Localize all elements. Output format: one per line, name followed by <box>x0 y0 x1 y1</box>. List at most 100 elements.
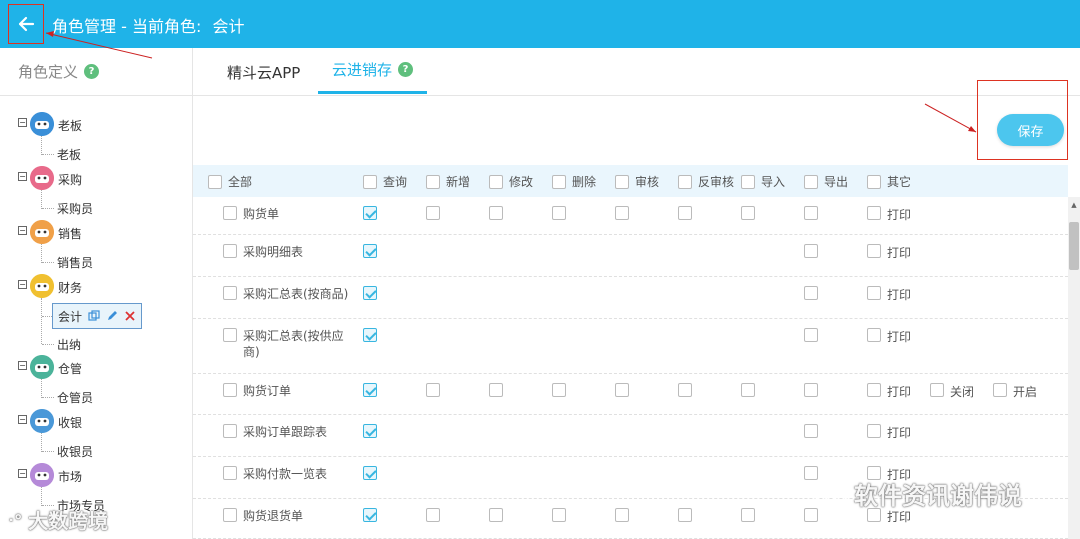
checkbox[interactable] <box>678 206 692 220</box>
checkbox[interactable] <box>867 286 881 300</box>
help-icon[interactable]: ? <box>84 64 100 79</box>
row-name-checkbox[interactable]: 采购汇总表(按商品) <box>223 286 355 302</box>
row-name-checkbox[interactable]: 采购汇总表(按供应商) <box>223 328 355 360</box>
checkbox[interactable] <box>223 328 237 342</box>
tree-collapse-icon[interactable]: − <box>18 226 27 235</box>
permission-checkbox[interactable] <box>678 508 698 522</box>
header-checkbox[interactable]: 全部 <box>208 173 252 190</box>
checkbox[interactable] <box>363 286 377 300</box>
tree-collapse-icon[interactable]: − <box>18 172 27 181</box>
tree-item-label[interactable]: 收银员 <box>57 443 93 460</box>
query-checkbox[interactable] <box>363 328 383 342</box>
checkbox[interactable] <box>741 174 755 189</box>
edit-icon[interactable] <box>106 310 118 322</box>
tree-item-label[interactable]: 老板 <box>57 146 81 163</box>
permission-checkbox[interactable] <box>552 508 572 522</box>
checkbox[interactable] <box>741 508 755 522</box>
header-checkbox[interactable]: 审核 <box>615 173 659 190</box>
header-checkbox[interactable]: 其它 <box>867 173 911 190</box>
save-button[interactable]: 保存 <box>997 114 1064 146</box>
help-icon[interactable]: ? <box>398 62 414 77</box>
tab-cloud-inventory[interactable]: 云进销存 ? <box>318 48 428 94</box>
checkbox[interactable] <box>804 206 818 220</box>
role-group-label[interactable]: 老板 <box>58 117 82 134</box>
checkbox[interactable] <box>223 424 237 438</box>
checkbox[interactable] <box>867 206 881 220</box>
other-permission-checkbox[interactable]: 开启 <box>993 383 1037 400</box>
checkbox[interactable] <box>489 508 503 522</box>
checkbox[interactable] <box>867 244 881 258</box>
checkbox[interactable] <box>489 174 503 189</box>
role-group-label[interactable]: 销售 <box>58 225 82 242</box>
tree-collapse-icon[interactable]: − <box>18 361 27 370</box>
checkbox[interactable] <box>867 174 881 189</box>
checkbox[interactable] <box>208 174 222 189</box>
delete-icon[interactable] <box>124 310 136 322</box>
checkbox[interactable] <box>363 466 377 480</box>
checkbox[interactable] <box>615 206 629 220</box>
checkbox[interactable] <box>804 174 818 189</box>
checkbox[interactable] <box>363 206 377 220</box>
header-checkbox[interactable]: 导入 <box>741 173 785 190</box>
export-checkbox[interactable] <box>804 383 824 397</box>
other-permission-checkbox[interactable]: 打印 <box>867 244 911 261</box>
tab-app[interactable]: 精斗云APP <box>227 48 300 96</box>
export-checkbox[interactable] <box>804 328 824 342</box>
checkbox[interactable] <box>678 383 692 397</box>
role-group-label[interactable]: 市场 <box>58 468 82 485</box>
header-checkbox[interactable]: 修改 <box>489 173 533 190</box>
role-group-label[interactable]: 财务 <box>58 279 82 296</box>
header-checkbox[interactable]: 删除 <box>552 173 596 190</box>
permission-checkbox[interactable] <box>741 508 761 522</box>
checkbox[interactable] <box>426 206 440 220</box>
query-checkbox[interactable] <box>363 206 383 220</box>
permission-checkbox[interactable] <box>678 383 698 397</box>
other-permission-checkbox[interactable]: 打印 <box>867 328 911 345</box>
checkbox[interactable] <box>552 383 566 397</box>
export-checkbox[interactable] <box>804 424 824 438</box>
other-permission-checkbox[interactable]: 打印 <box>867 206 911 223</box>
other-permission-checkbox[interactable]: 打印 <box>867 383 911 400</box>
permission-checkbox[interactable] <box>552 383 572 397</box>
checkbox[interactable] <box>804 244 818 258</box>
role-group-label[interactable]: 收银 <box>58 414 82 431</box>
checkbox[interactable] <box>426 383 440 397</box>
checkbox[interactable] <box>363 424 377 438</box>
checkbox[interactable] <box>804 424 818 438</box>
checkbox[interactable] <box>426 508 440 522</box>
scrollbar[interactable]: ▲ <box>1068 197 1080 539</box>
checkbox[interactable] <box>363 174 377 189</box>
header-checkbox[interactable]: 导出 <box>804 173 848 190</box>
scroll-up-arrow-icon[interactable]: ▲ <box>1068 201 1080 211</box>
query-checkbox[interactable] <box>363 383 383 397</box>
query-checkbox[interactable] <box>363 466 383 480</box>
row-name-checkbox[interactable]: 购货订单 <box>223 383 355 399</box>
tree-collapse-icon[interactable]: − <box>18 118 27 127</box>
role-group-label[interactable]: 仓管 <box>58 360 82 377</box>
checkbox[interactable] <box>223 206 237 220</box>
row-name-checkbox[interactable]: 购货退货单 <box>223 508 355 524</box>
permission-checkbox[interactable] <box>489 508 509 522</box>
tree-item-label[interactable]: 销售员 <box>57 254 93 271</box>
permission-checkbox[interactable] <box>741 206 761 220</box>
checkbox[interactable] <box>489 383 503 397</box>
checkbox[interactable] <box>223 244 237 258</box>
checkbox[interactable] <box>615 508 629 522</box>
checkbox[interactable] <box>363 328 377 342</box>
permission-checkbox[interactable] <box>741 383 761 397</box>
checkbox[interactable] <box>552 508 566 522</box>
checkbox[interactable] <box>867 328 881 342</box>
checkbox[interactable] <box>615 383 629 397</box>
other-permission-checkbox[interactable]: 打印 <box>867 286 911 303</box>
row-name-checkbox[interactable]: 购货单 <box>223 206 355 222</box>
checkbox[interactable] <box>867 424 881 438</box>
checkbox[interactable] <box>930 383 944 397</box>
permission-checkbox[interactable] <box>489 206 509 220</box>
row-name-checkbox[interactable]: 采购订单跟踪表 <box>223 424 355 440</box>
query-checkbox[interactable] <box>363 286 383 300</box>
role-group-label[interactable]: 采购 <box>58 171 82 188</box>
checkbox[interactable] <box>804 286 818 300</box>
checkbox[interactable] <box>363 244 377 258</box>
header-checkbox[interactable]: 新增 <box>426 173 470 190</box>
checkbox[interactable] <box>867 383 881 397</box>
